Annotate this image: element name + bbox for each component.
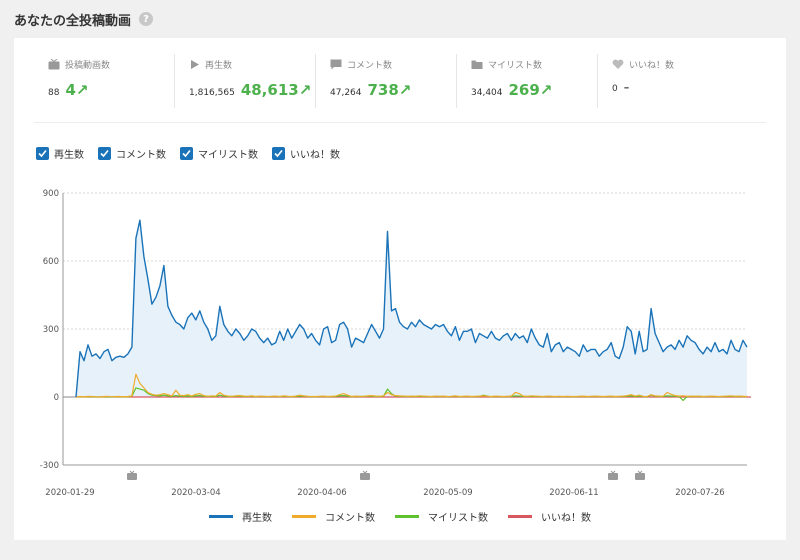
legend-label-mylists: マイリスト数 <box>428 513 488 524</box>
analytics-card: 投稿動画数 88 4↗ 再生数 1,816,565 48,613↗ コメント数 <box>14 38 786 540</box>
chart-legend: 再生数 コメント数 マイリスト数 いいね！数 <box>14 509 786 524</box>
legend-label-comments: コメント数 <box>325 513 375 524</box>
y-tick-label: 900 <box>43 189 59 199</box>
upload-marker-icon[interactable] <box>608 470 618 480</box>
x-tick-label: 2020-05-09 <box>423 488 472 498</box>
legend-swatch-likes <box>508 515 532 518</box>
upload-marker-icon[interactable] <box>360 470 370 480</box>
y-tick-label: 0 <box>54 393 59 403</box>
x-tick-label: 2020-03-04 <box>171 488 220 498</box>
legend-item-likes[interactable]: いいね！数 <box>508 509 591 524</box>
legend-item-views[interactable]: 再生数 <box>209 509 272 524</box>
page-title: あなたの全投稿動画 <box>14 13 132 29</box>
x-tick-label: 2020-01-29 <box>45 488 94 498</box>
upload-marker-icon[interactable] <box>127 470 137 480</box>
legend-swatch-views <box>209 515 233 518</box>
views-chart: 900 600 300 0 -300 2020-01-29 2020-03-04 2020-0… <box>40 189 751 498</box>
x-tick-label: 2020-04-06 <box>297 488 346 498</box>
legend-label-views: 再生数 <box>242 513 272 524</box>
legend-item-comments[interactable]: コメント数 <box>292 509 375 524</box>
x-tick-label: 2020-06-11 <box>549 488 598 498</box>
x-tick-label: 2020-07-26 <box>675 488 724 498</box>
legend-swatch-mylists <box>395 515 419 518</box>
legend-swatch-comments <box>292 515 316 518</box>
y-tick-label: -300 <box>40 461 59 471</box>
page-header: あなたの全投稿動画 ? <box>14 9 154 29</box>
y-tick-label: 600 <box>43 257 59 267</box>
help-icon[interactable]: ? <box>139 12 154 26</box>
legend-label-likes: いいね！数 <box>541 513 591 524</box>
upload-marker-icon[interactable] <box>635 470 645 480</box>
legend-item-mylists[interactable]: マイリスト数 <box>395 509 488 524</box>
views-area <box>76 220 747 397</box>
y-tick-label: 300 <box>43 325 59 335</box>
